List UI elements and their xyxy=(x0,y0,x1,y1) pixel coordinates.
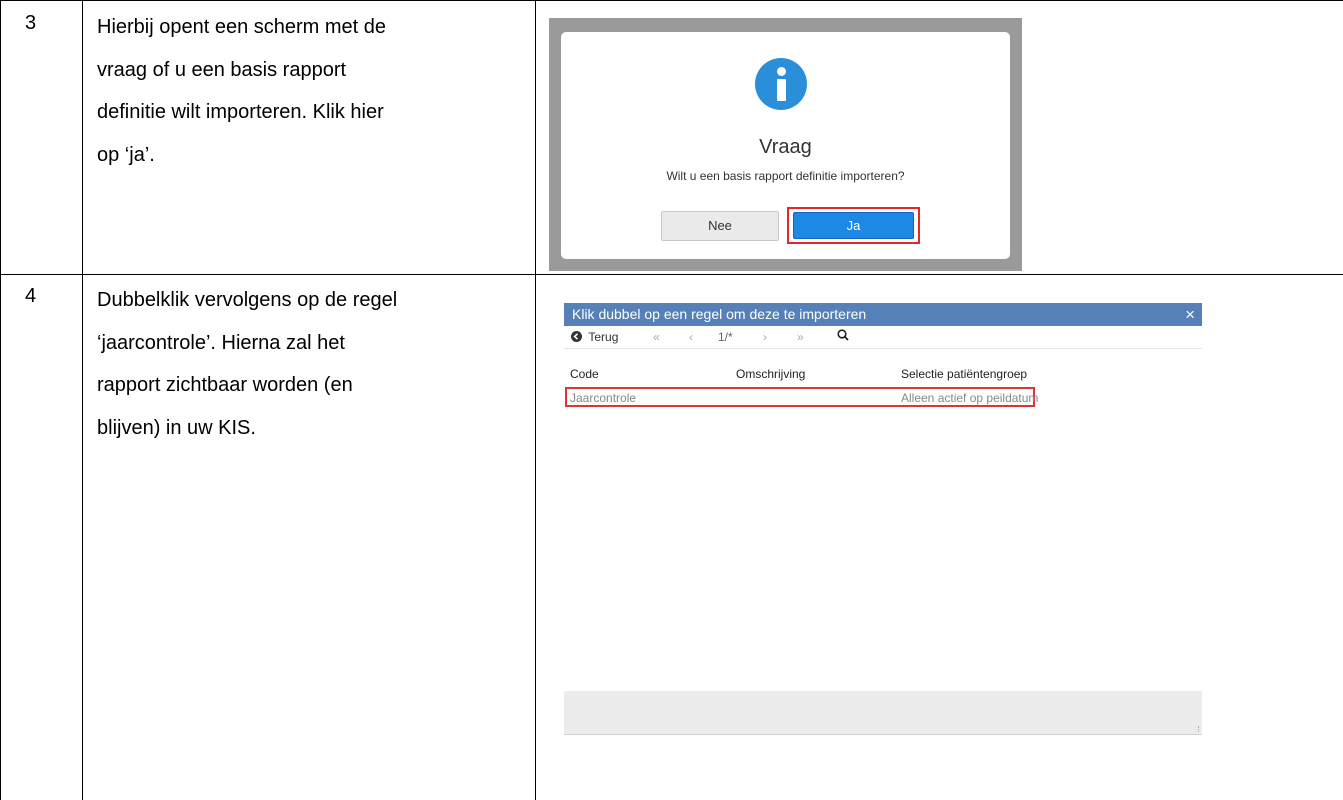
toolbar: Terug « ‹ 1/* › » xyxy=(564,326,1202,349)
table-col-divider-2 xyxy=(535,0,536,800)
back-label: Terug xyxy=(588,330,619,344)
column-header-code[interactable]: Code xyxy=(570,367,599,381)
table-row-divider xyxy=(0,274,1343,275)
step-instruction: Hierbij opent een scherm met de vraag of… xyxy=(97,6,386,176)
cell-code: Jaarcontrole xyxy=(570,391,637,405)
step-instruction: Dubbelklik vervolgens op de regel ‘jaarc… xyxy=(97,279,397,449)
step-number: 3 xyxy=(25,12,37,34)
dialog-screenshot: Vraag Wilt u een basis rapport definitie… xyxy=(549,18,1022,271)
column-header-omschrijving[interactable]: Omschrijving xyxy=(736,367,805,381)
instruction-line: Dubbelklik vervolgens op de regel xyxy=(97,289,398,311)
first-page-button[interactable]: « xyxy=(653,330,660,344)
table-col-divider-1 xyxy=(82,0,83,800)
instruction-line: definitie wilt importeren. Klik hier xyxy=(97,101,384,123)
cell-selectie: Alleen actief op peildatum xyxy=(901,391,1039,405)
page-indicator: 1/* xyxy=(718,330,733,344)
search-icon[interactable] xyxy=(837,329,849,344)
back-arrow-icon xyxy=(571,331,582,342)
instruction-line: ‘jaarcontrole’. Hierna zal het xyxy=(97,331,345,354)
instruction-line: blijven) in uw KIS. xyxy=(97,416,256,439)
table-top-border xyxy=(0,0,1343,1)
status-bar xyxy=(564,691,1202,735)
no-button[interactable]: Nee xyxy=(661,211,779,241)
window-titlebar: Klik dubbel op een regel om deze te impo… xyxy=(564,303,1202,326)
import-window: Klik dubbel op een regel om deze te impo… xyxy=(564,303,1202,737)
next-page-button[interactable]: › xyxy=(763,330,767,344)
resize-grip-icon[interactable] xyxy=(1194,726,1199,732)
dialog-question: Wilt u een basis rapport definitie impor… xyxy=(666,169,905,183)
instruction-line: rapport zichtbaar worden (en xyxy=(97,374,353,396)
column-header-selectie[interactable]: Selectie patiëntengroep xyxy=(901,367,1027,381)
yes-button[interactable]: Ja xyxy=(793,212,914,239)
window-title: Klik dubbel op een regel om deze te impo… xyxy=(572,306,867,322)
instruction-line: vraag of u een basis rapport xyxy=(97,58,347,81)
table-left-border xyxy=(0,0,1,800)
instruction-line: op ‘ja’. xyxy=(97,143,155,166)
prev-page-button[interactable]: ‹ xyxy=(689,330,693,344)
info-icon xyxy=(755,58,807,110)
step-number: 4 xyxy=(25,285,37,307)
question-dialog: Vraag Wilt u een basis rapport definitie… xyxy=(561,32,1010,259)
instruction-line: Hierbij opent een scherm met de xyxy=(97,16,387,38)
last-page-button[interactable]: » xyxy=(797,330,804,344)
close-icon[interactable]: × xyxy=(1185,303,1195,326)
back-button[interactable]: Terug xyxy=(571,330,618,344)
dialog-title: Vraag xyxy=(759,136,812,158)
